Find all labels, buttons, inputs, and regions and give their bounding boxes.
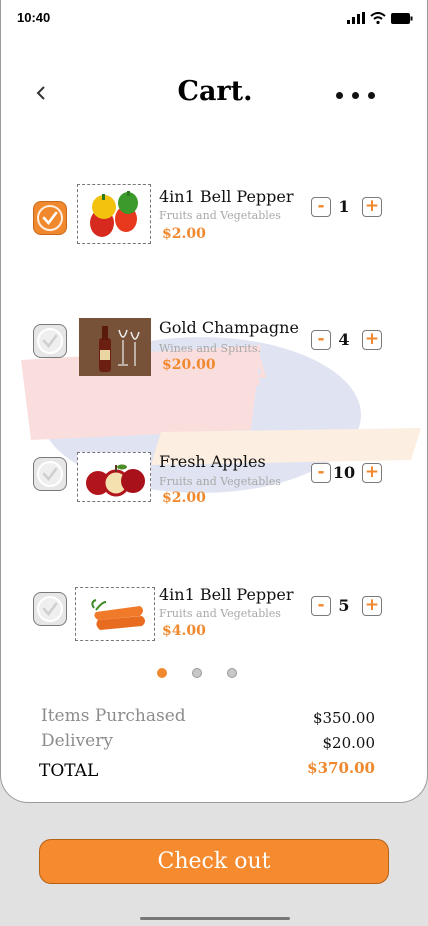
wifi-icon bbox=[370, 12, 386, 24]
item-checkbox[interactable] bbox=[33, 324, 67, 358]
home-indicator bbox=[140, 917, 290, 920]
increase-quantity-button[interactable]: + bbox=[362, 463, 382, 483]
cart-item: Fresh Apples Fruits and Vegetables $2.00… bbox=[1, 449, 427, 519]
total-value: $370.00 bbox=[307, 759, 375, 777]
check-icon bbox=[37, 205, 63, 231]
check-icon bbox=[37, 461, 63, 487]
item-price: $2.00 bbox=[162, 490, 206, 506]
cart-item: Gold Champagne Wines and Spirits. $20.00… bbox=[1, 316, 427, 386]
item-price: $2.00 bbox=[162, 226, 206, 242]
champagne-bottle-image bbox=[79, 318, 151, 376]
item-price: $4.00 bbox=[162, 623, 206, 639]
battery-icon bbox=[391, 12, 413, 24]
more-dot-icon bbox=[368, 92, 375, 99]
apples-image bbox=[77, 452, 151, 502]
item-category: Fruits and Vegetables bbox=[159, 475, 281, 488]
pagination-dot-1[interactable] bbox=[157, 668, 167, 678]
decrease-quantity-button[interactable]: - bbox=[311, 330, 331, 350]
item-quantity: 1 bbox=[338, 197, 350, 216]
checkout-button[interactable]: Check out bbox=[39, 839, 389, 884]
check-icon bbox=[37, 596, 63, 622]
status-time: 10:40 bbox=[17, 10, 51, 25]
status-icons bbox=[347, 12, 413, 24]
item-checkbox[interactable] bbox=[33, 201, 67, 235]
delivery-value: $20.00 bbox=[322, 734, 376, 752]
cart-item: 4in1 Bell Pepper Fruits and Vegetables $… bbox=[1, 183, 427, 253]
cart-screen: 10:40 Cart. 4in1 Bell Pepper Fruits and … bbox=[0, 0, 428, 803]
items-purchased-label: Items Purchased bbox=[41, 706, 186, 726]
item-checkbox[interactable] bbox=[33, 457, 67, 491]
decrease-quantity-button[interactable]: - bbox=[311, 463, 331, 483]
item-category: Fruits and Vegetables bbox=[159, 209, 281, 222]
items-purchased-value: $350.00 bbox=[312, 709, 375, 727]
item-price: $20.00 bbox=[162, 357, 216, 373]
item-category: Wines and Spirits. bbox=[159, 342, 261, 355]
pagination-dots bbox=[157, 668, 237, 678]
pagination-dot-3[interactable] bbox=[227, 668, 237, 678]
cart-item: 4in1 Bell Pepper Fruits and Vegetables $… bbox=[1, 584, 427, 654]
more-button[interactable] bbox=[336, 92, 375, 99]
item-name: 4in1 Bell Pepper bbox=[159, 585, 294, 604]
decrease-quantity-button[interactable]: - bbox=[311, 596, 331, 616]
check-icon bbox=[37, 328, 63, 354]
item-name: Gold Champagne bbox=[159, 318, 299, 337]
carrots-image bbox=[75, 587, 155, 641]
item-category: Fruits and Vegetables bbox=[159, 607, 281, 620]
more-dot-icon bbox=[352, 92, 359, 99]
delivery-label: Delivery bbox=[41, 731, 113, 751]
signal-icon bbox=[347, 12, 365, 24]
item-quantity: 5 bbox=[338, 596, 350, 615]
increase-quantity-button[interactable]: + bbox=[362, 330, 382, 350]
item-name: Fresh Apples bbox=[159, 452, 266, 471]
item-quantity: 10 bbox=[332, 463, 356, 482]
increase-quantity-button[interactable]: + bbox=[362, 596, 382, 616]
more-dot-icon bbox=[336, 92, 343, 99]
total-label: TOTAL bbox=[39, 761, 99, 781]
decrease-quantity-button[interactable]: - bbox=[311, 197, 331, 217]
bell-peppers-image bbox=[77, 184, 151, 244]
item-quantity: 4 bbox=[338, 330, 350, 349]
item-checkbox[interactable] bbox=[33, 592, 67, 626]
increase-quantity-button[interactable]: + bbox=[362, 197, 382, 217]
item-name: 4in1 Bell Pepper bbox=[159, 187, 294, 206]
pagination-dot-2[interactable] bbox=[192, 668, 202, 678]
